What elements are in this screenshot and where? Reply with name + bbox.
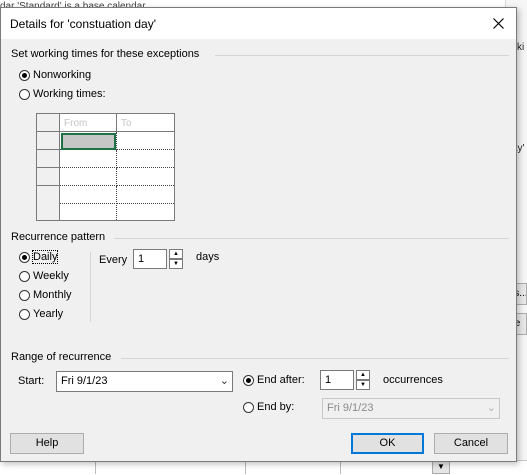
grid-cell-to[interactable] [117, 168, 174, 186]
grid-cell-from[interactable] [60, 150, 117, 168]
end-by-date-dropdown[interactable]: Fri 9/1/23 ⌄ [322, 398, 500, 419]
help-button-label: Help [35, 437, 59, 449]
grid-row [37, 186, 174, 204]
every-days-input[interactable]: 1 [133, 249, 167, 269]
ok-button[interactable]: OK [351, 433, 424, 454]
start-label: Start: [18, 375, 45, 387]
radio-indicator[interactable] [243, 401, 254, 413]
dialog-title: Details for 'constuation day' [10, 17, 156, 31]
grid-header-to: To [117, 114, 174, 132]
radio-indicator[interactable] [19, 88, 30, 100]
radio-indicator[interactable] [19, 289, 30, 301]
daily-label: Daily [31, 250, 59, 264]
spin-down-icon[interactable]: ▼ [356, 380, 370, 390]
weekly-radio[interactable]: Weekly [19, 270, 69, 282]
close-icon [492, 18, 504, 29]
group-divider [215, 55, 509, 56]
occurrences-label: occurrences [383, 374, 443, 386]
working-times-group-label: Set working times for these exceptions [11, 48, 200, 60]
close-button[interactable] [486, 12, 510, 36]
background-dropdown-button[interactable]: ▼ [432, 460, 450, 474]
grid-cell-to[interactable] [117, 132, 174, 150]
every-days-spinner[interactable]: 1 ▲ ▼ [133, 249, 183, 269]
end-after-spinner[interactable]: 1 ▲ ▼ [320, 370, 370, 390]
grid-row [37, 168, 174, 186]
end-after-label: End after: [257, 374, 305, 386]
days-label: days [196, 251, 220, 263]
every-label: Every [99, 254, 128, 266]
working-times-grid: From To [36, 113, 175, 221]
chevron-down-icon: ⌄ [486, 402, 496, 414]
grid-cell-from[interactable] [60, 168, 117, 186]
recurrence-divider [90, 252, 91, 322]
grid-header-from: From [60, 114, 117, 132]
end-by-date-value: Fri 9/1/23 [327, 402, 374, 414]
radio-indicator[interactable] [19, 69, 30, 81]
chevron-down-icon: ⌄ [219, 375, 229, 387]
cancel-button-label: Cancel [453, 437, 489, 449]
yearly-radio[interactable]: Yearly [19, 308, 63, 320]
grid-cell-to[interactable] [117, 150, 174, 168]
ok-button-label: OK [379, 437, 396, 449]
grid-selected-cell[interactable] [61, 133, 116, 150]
radio-indicator[interactable] [19, 251, 30, 263]
grid-row-header[interactable] [37, 168, 60, 186]
end-after-input[interactable]: 1 [320, 370, 354, 390]
radio-indicator[interactable] [19, 270, 30, 282]
weekly-label: Weekly [33, 270, 69, 282]
grid-corner [37, 114, 60, 132]
help-button[interactable]: Help [10, 433, 84, 454]
recurrence-group-label: Recurrence pattern [11, 231, 106, 243]
end-by-radio[interactable]: End by: [243, 401, 294, 413]
end-after-radio[interactable]: End after: [243, 374, 305, 386]
working-times-label: Working times: [33, 88, 106, 100]
dialog-titlebar: Details for 'constuation day' [1, 8, 516, 39]
radio-indicator[interactable] [243, 374, 254, 386]
daily-radio[interactable]: Daily [19, 250, 59, 264]
background-text: ki [517, 42, 525, 53]
nonworking-radio[interactable]: Nonworking [19, 69, 91, 81]
grid-cell-from[interactable] [60, 186, 117, 204]
monthly-radio[interactable]: Monthly [19, 289, 72, 301]
group-divider [121, 358, 509, 359]
yearly-label: Yearly [33, 308, 64, 320]
spin-down-icon[interactable]: ▼ [169, 259, 183, 269]
grid-row-header[interactable] [37, 186, 60, 204]
monthly-label: Monthly [33, 289, 72, 301]
start-date-value: Fri 9/1/23 [61, 375, 108, 387]
grid-cell-from[interactable] [60, 203, 117, 220]
start-date-dropdown[interactable]: Fri 9/1/23 ⌄ [56, 371, 233, 392]
grid-cell-to[interactable] [117, 186, 174, 204]
range-group-label: Range of recurrence [11, 351, 112, 363]
grid-row [37, 150, 174, 168]
nonworking-label: Nonworking [33, 69, 92, 81]
spin-up-icon[interactable]: ▲ [169, 249, 183, 259]
background-grid-separator [245, 462, 246, 474]
group-divider [114, 238, 509, 239]
grid-row-header[interactable] [37, 132, 60, 150]
spinner-buttons: ▲ ▼ [356, 370, 370, 390]
grid-row [37, 203, 174, 220]
background-grid-separator [95, 462, 96, 474]
grid-row-header[interactable] [37, 203, 60, 220]
details-dialog: Details for 'constuation day' Set workin… [0, 7, 517, 462]
working-times-radio[interactable]: Working times: [19, 88, 106, 100]
grid-row-header[interactable] [37, 150, 60, 168]
chevron-down-icon: ▼ [437, 462, 445, 471]
grid-cell-to[interactable] [117, 203, 174, 220]
spin-up-icon[interactable]: ▲ [356, 370, 370, 380]
end-by-label: End by: [257, 401, 295, 413]
spinner-buttons: ▲ ▼ [169, 249, 183, 269]
background-grid-separator [340, 462, 341, 474]
radio-indicator[interactable] [19, 308, 30, 320]
cancel-button[interactable]: Cancel [434, 433, 508, 454]
